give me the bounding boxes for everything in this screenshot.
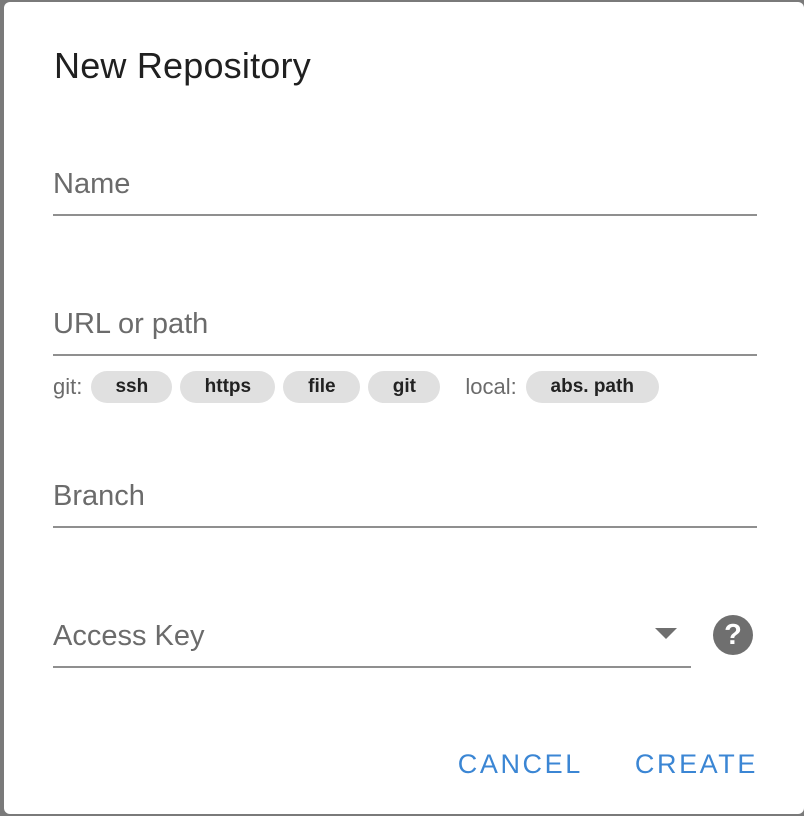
cancel-button[interactable]: CANCEL: [458, 744, 583, 784]
chip-file[interactable]: file: [283, 371, 361, 403]
url-hints: git: ssh https file git local: abs. path: [53, 370, 667, 404]
url-field[interactable]: URL or path: [53, 292, 757, 356]
url-field-label: URL or path: [53, 308, 209, 340]
chip-https[interactable]: https: [180, 371, 276, 403]
create-button[interactable]: CREATE: [635, 744, 758, 784]
name-field[interactable]: Name: [53, 152, 757, 216]
help-icon[interactable]: ?: [713, 615, 753, 655]
access-key-select[interactable]: Access Key: [53, 604, 691, 668]
chip-ssh[interactable]: ssh: [91, 371, 173, 403]
dialog-actions: CANCEL CREATE: [458, 744, 758, 784]
chip-git[interactable]: git: [368, 371, 441, 403]
git-hint-label: git:: [53, 374, 83, 399]
local-hint-label: local:: [465, 374, 517, 399]
branch-field-label: Branch: [53, 480, 145, 512]
chip-abs-path[interactable]: abs. path: [525, 371, 659, 403]
dropdown-arrow-icon[interactable]: [655, 628, 677, 639]
name-field-label: Name: [53, 168, 131, 200]
branch-field[interactable]: Branch: [53, 464, 757, 528]
new-repository-dialog: New Repository Name URL or path git: ssh…: [4, 2, 804, 814]
access-key-label: Access Key: [53, 620, 205, 652]
dialog-title: New Repository: [54, 45, 311, 86]
